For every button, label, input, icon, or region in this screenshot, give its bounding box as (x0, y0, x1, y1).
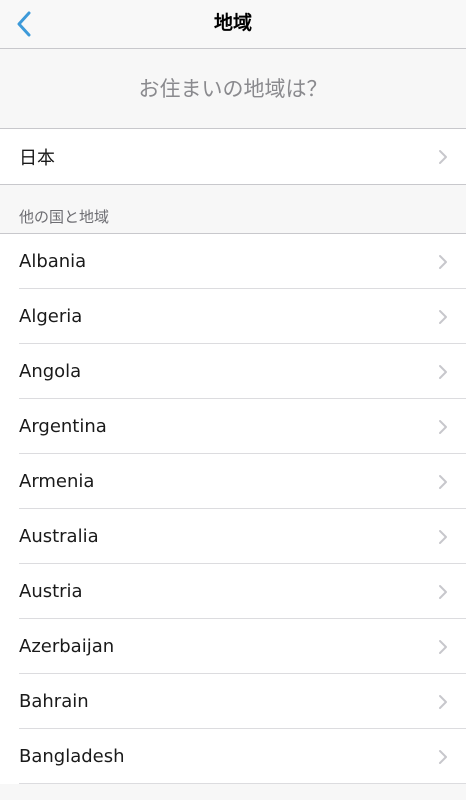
navigation-bar: 地域 (0, 0, 466, 49)
chevron-right-icon (439, 254, 447, 269)
country-row[interactable]: Algeria (0, 289, 466, 344)
chevron-right-icon (439, 529, 447, 544)
country-label: Azerbaijan (19, 636, 115, 657)
country-label: Algeria (19, 306, 83, 327)
country-label: Bangladesh (19, 746, 125, 767)
chevron-right-icon (439, 149, 447, 164)
current-region-row[interactable]: 日本 (0, 129, 466, 185)
chevron-right-icon (439, 309, 447, 324)
country-row[interactable]: Bahrain (0, 674, 466, 729)
country-label: Argentina (19, 416, 107, 437)
region-screen: 地域 お住まいの地域は？ 日本 他の国と地域 Albania Algeria Ang… (0, 0, 466, 800)
country-label: Australia (19, 526, 99, 547)
country-row[interactable]: Argentina (0, 399, 466, 454)
chevron-right-icon (439, 364, 447, 379)
country-label: Angola (19, 361, 82, 382)
country-label: Bahrain (19, 691, 89, 712)
chevron-right-icon (439, 474, 447, 489)
country-row[interactable]: Bangladesh (0, 729, 466, 784)
country-label: Albania (19, 251, 87, 272)
country-row[interactable]: Australia (0, 509, 466, 564)
chevron-right-icon (439, 419, 447, 434)
current-region-label: 日本 (19, 147, 55, 169)
country-row[interactable]: Austria (0, 564, 466, 619)
country-label: Armenia (19, 471, 95, 492)
country-row[interactable]: Albania (0, 234, 466, 289)
region-question: お住まいの地域は？ (0, 49, 466, 129)
country-label: Austria (19, 581, 83, 602)
country-row[interactable]: Azerbaijan (0, 619, 466, 674)
chevron-right-icon (439, 749, 447, 764)
country-row[interactable]: Armenia (0, 454, 466, 509)
chevron-right-icon (439, 639, 447, 654)
page-title: 地域 (213, 12, 252, 34)
country-list: Albania Algeria Angola Argentina Armenia Aust… (0, 234, 466, 784)
section-header-other-regions: 他の国と地域 (0, 185, 466, 234)
chevron-right-icon (439, 584, 447, 599)
country-row[interactable]: Angola (0, 344, 466, 399)
chevron-right-icon (439, 694, 447, 709)
